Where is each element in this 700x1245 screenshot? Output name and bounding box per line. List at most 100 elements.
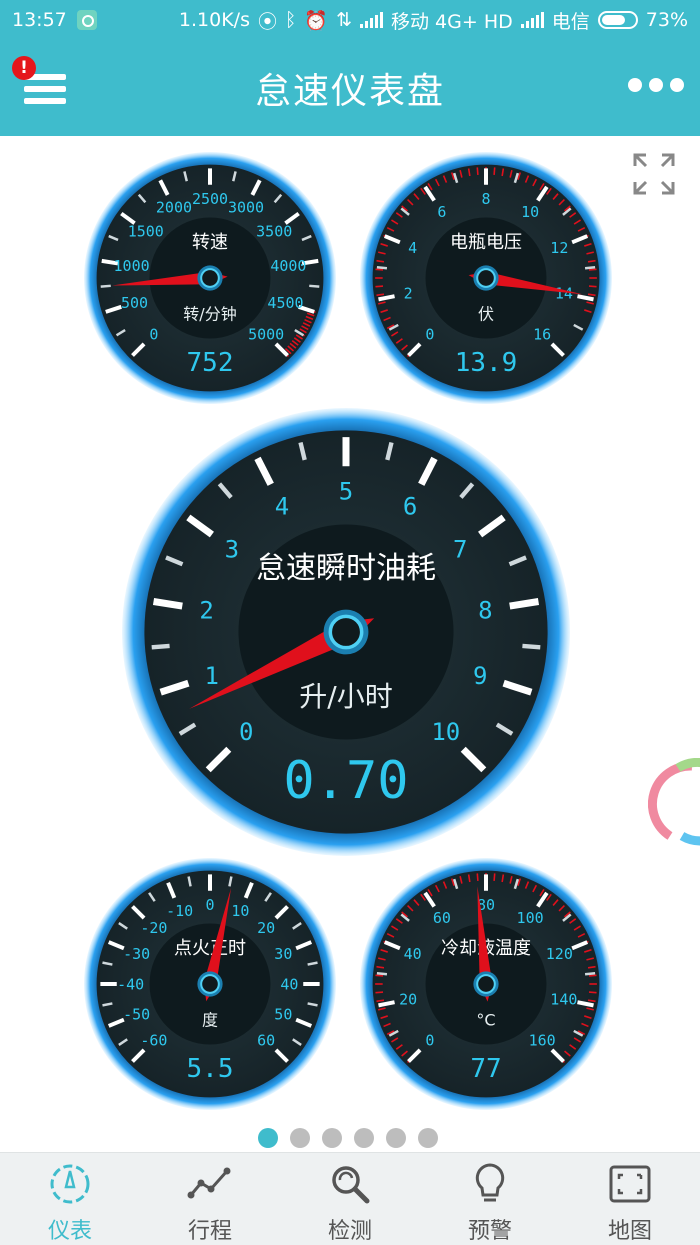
tick-label: -30 [123,945,150,963]
tick-label: -60 [140,1031,167,1049]
tick-label: 60 [433,909,451,927]
voltage-gauge: 0 2 4 6 8 10 12 14 16 电瓶电压伏 13.9 [360,152,612,404]
status-time: 13:57 [12,9,67,31]
redzone-tick [375,991,384,994]
tick-label: 2 [404,285,413,303]
tick-label: -10 [166,902,193,920]
coolant-temp-gauge: 020406080100120140160冷却液温度°C77 [360,858,612,1110]
tick-label: 3500 [256,223,292,241]
nav-label: 预警 [467,1219,512,1244]
redzone-tick [588,991,597,994]
tick-label: 1500 [128,223,164,241]
page-dot[interactable] [322,1128,342,1148]
app-header: ! 怠速仪表盘 [0,40,700,136]
bulb-icon [475,1163,505,1202]
hotspot-icon: ⦿ [258,10,278,33]
nav-label: 行程 [187,1219,232,1244]
redzone-tick [588,268,597,271]
data-transfer-icon: ⇅ [336,9,353,31]
tick-label: 0 [425,325,434,343]
alarm-icon: ⏰ [304,9,329,32]
page-dot[interactable] [258,1128,278,1148]
minor-tick [376,972,388,976]
tick-label: 3000 [228,199,264,217]
tick-label: 8 [478,596,492,624]
signal-icon [360,12,384,28]
tick-label: -20 [140,919,167,937]
bottom-nav: 仪表 行程 检测 预警 地图 [0,1152,700,1245]
signal-icon-2 [520,12,544,28]
nav-item-diagnostics[interactable]: 检测 [280,1153,420,1245]
tick-label: 6 [403,493,417,521]
dot-icon [670,78,684,92]
minor-tick [584,972,596,976]
tick-label: 0 [425,1031,434,1049]
nav-item-map[interactable]: 地图 [560,1153,700,1245]
major-tick [509,598,540,610]
nav-item-dashboard[interactable]: 仪表 [0,1153,140,1245]
battery-icon [597,11,638,29]
tick-label: 16 [533,325,551,343]
tick-label: 3 [225,535,239,563]
tick-label: 2000 [156,199,192,217]
tick-label: 4 [408,239,417,257]
minor-tick [522,643,541,650]
tick-label: 2 [199,596,213,624]
tick-label: 7 [453,535,467,563]
tick-label: -40 [117,975,144,993]
needle-hub [476,974,496,994]
tick-label: 0 [239,718,253,746]
page-dot[interactable] [354,1128,374,1148]
tick-label: 4500 [267,294,303,312]
tick-label: 30 [274,945,292,963]
minor-tick [100,284,111,288]
gauge-label: 转速 [192,232,228,253]
page-indicator [258,1128,438,1148]
redzone-tick [375,285,384,288]
redzone-tick [375,268,384,271]
dot-icon [649,78,663,92]
gauge-label: 电瓶电压 [450,232,522,253]
tick-label: 20 [257,919,275,937]
gauge-unit: °C [476,1011,495,1030]
tick-label: 100 [517,909,544,927]
minor-tick [584,266,596,270]
ignition-timing-gauge: -60 -50 -40 -30 -20-10 0 10 20 30 40 50 60 点火正时度 5.5 [84,858,336,1110]
net-speed: 1.10K/s [178,9,250,31]
redzone-tick [493,873,496,882]
tick-label: 4 [275,493,289,521]
digital-reading: 5.5 [187,1054,234,1084]
search-check-icon [332,1166,370,1204]
needle-hub [328,614,364,650]
page-dot[interactable] [418,1128,438,1148]
digital-reading: 0.70 [283,751,408,811]
minor-tick [151,643,170,650]
tick-label: -50 [123,1006,150,1024]
needle-hub [200,974,220,994]
gauge-unit: 伏 [478,305,494,324]
needle-hub [200,268,220,288]
redzone-tick [476,167,479,176]
redzone-tick [588,285,597,288]
page-dot[interactable] [290,1128,310,1148]
battery-fill [601,15,626,25]
gauge-unit: 升/小时 [299,680,392,713]
page-dot[interactable] [386,1128,406,1148]
redzone-tick [493,167,496,176]
tick-label: 10 [431,718,460,746]
minor-tick [376,266,388,270]
digital-reading: 752 [187,348,234,378]
more-options-button[interactable] [628,78,684,96]
floating-ball-icon[interactable] [648,758,700,848]
dot-icon [628,78,642,92]
major-tick [152,598,183,610]
tick-label: 4000 [270,257,306,275]
fullscreen-icon[interactable] [632,152,676,196]
nav-label: 检测 [327,1219,372,1244]
nav-item-trip[interactable]: 行程 [140,1153,280,1245]
tick-label: 10 [521,203,539,221]
status-bar: 13:57 1.10K/s ⦿ ᛒ ⏰ ⇅ 移动 4G+ HD 电信 73% [0,0,700,40]
nav-item-warning[interactable]: 预警 [420,1153,560,1245]
trip-icon [187,1167,231,1199]
tick-label: 140 [550,991,577,1009]
